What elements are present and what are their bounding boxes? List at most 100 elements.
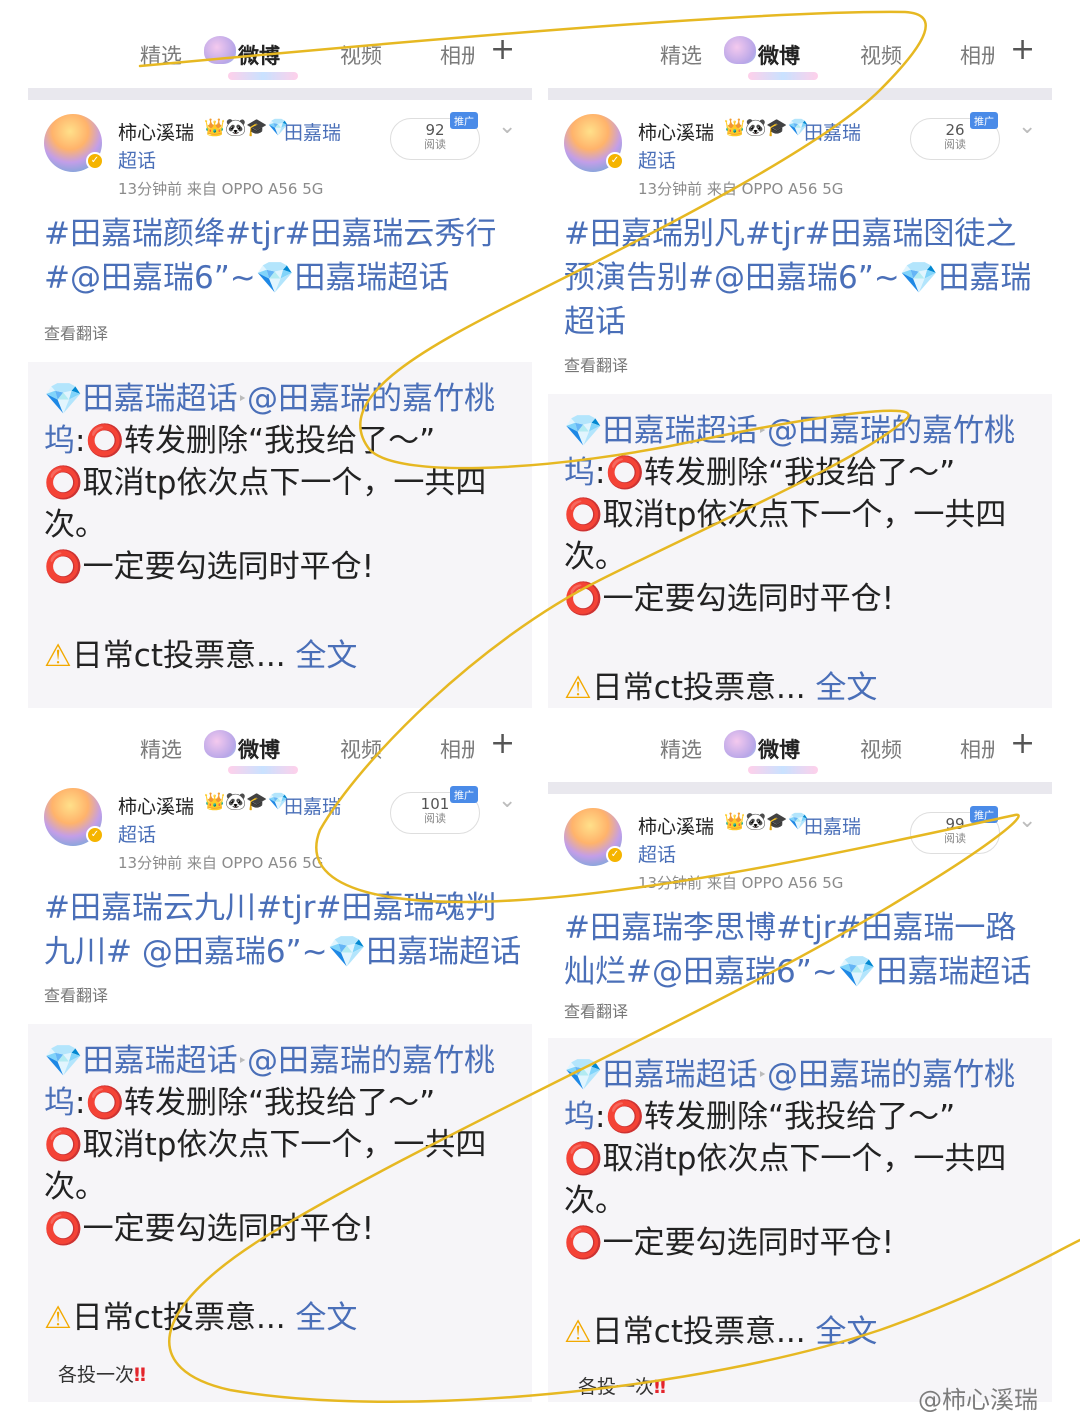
read-label: 阅读 <box>424 812 446 825</box>
promo-badge[interactable]: 推广 <box>450 786 478 803</box>
tab-weibo[interactable]: 微博 <box>238 734 280 764</box>
tab-album[interactable]: 相册 <box>960 40 994 70</box>
arrow-icon: ‣ <box>237 1051 248 1070</box>
username[interactable]: 柿心溪瑞 <box>118 118 194 145</box>
full-text-link[interactable]: 全文 <box>295 1300 357 1336</box>
supertopic-link-suffix[interactable]: 超话 <box>118 146 156 173</box>
supertopic-link-suffix[interactable]: 超话 <box>638 146 676 173</box>
repost-topic[interactable]: 💎田嘉瑞超话 <box>44 1043 238 1079</box>
translate-link[interactable]: 查看翻译 <box>44 320 108 344</box>
weibo-shell-icon <box>204 36 236 64</box>
post-time-source: 13分钟前 来自 OPPO A56 5G <box>118 180 324 198</box>
tab-video[interactable]: 视频 <box>860 734 902 764</box>
top-tab-bar: 精选 微博 视频 相册 + <box>548 18 1052 88</box>
tab-video[interactable]: 视频 <box>340 734 382 764</box>
read-label: 阅读 <box>944 138 966 151</box>
repost-block[interactable]: 💎田嘉瑞超话‣@田嘉瑞的嘉竹桃坞:⭕转发删除“我投给了～” ⭕取消tp依次点下一… <box>28 362 532 708</box>
top-tab-bar: 精选 微博 视频 相册 + <box>548 712 1052 782</box>
promo-badge[interactable]: 推广 <box>450 112 478 129</box>
watermark: @柿心溪瑞 <box>918 1386 1038 1414</box>
post-title[interactable]: #田嘉瑞别凡#tjr#田嘉瑞囹徒之预演告别#@田嘉瑞6”~💎田嘉瑞超话 <box>564 212 1042 344</box>
weibo-shell-icon <box>724 730 756 758</box>
full-text-link[interactable]: 全文 <box>295 638 357 674</box>
chevron-down-icon[interactable]: ⌄ <box>1018 114 1036 139</box>
chevron-down-icon[interactable]: ⌄ <box>498 788 516 813</box>
repost-block[interactable]: 💎田嘉瑞超话‣@田嘉瑞的嘉竹桃坞:⭕转发删除“我投给了～” ⭕取消tp依次点下一… <box>548 1038 1052 1402</box>
post-card[interactable]: ✓ 柿心溪瑞 👑🐼🎓💎 田嘉瑞 超话 13分钟前 来自 OPPO A56 5G … <box>548 794 1052 1038</box>
tab-featured[interactable]: 精选 <box>660 734 702 764</box>
translate-link[interactable]: 查看翻译 <box>564 352 628 376</box>
add-tab-button[interactable]: + <box>1010 32 1035 67</box>
tab-weibo[interactable]: 微博 <box>758 734 800 764</box>
repost-line-3: ⭕一定要勾选同时平仓! <box>44 549 375 585</box>
tab-video[interactable]: 视频 <box>340 40 382 70</box>
sparkle-decoration-icon <box>748 766 818 774</box>
tab-weibo[interactable]: 微博 <box>758 40 800 70</box>
tab-video[interactable]: 视频 <box>860 40 902 70</box>
post-title[interactable]: #田嘉瑞云九川#tjr#田嘉瑞魂判九川# @田嘉瑞6”~💎田嘉瑞超话 <box>44 886 522 974</box>
tab-featured[interactable]: 精选 <box>140 40 182 70</box>
weibo-shell-icon <box>724 36 756 64</box>
full-text-link[interactable]: 全文 <box>815 1314 877 1350</box>
supertopic-link[interactable]: 田嘉瑞 <box>284 118 341 145</box>
repost-topic[interactable]: 💎田嘉瑞超话 <box>44 381 238 417</box>
tab-featured[interactable]: 精选 <box>140 734 182 764</box>
full-text-link[interactable]: 全文 <box>815 670 877 706</box>
add-tab-button[interactable]: + <box>1010 726 1035 761</box>
supertopic-link[interactable]: 田嘉瑞 <box>284 792 341 819</box>
user-badges-icon: 👑🐼🎓💎 <box>724 812 809 832</box>
chevron-down-icon[interactable]: ⌄ <box>1018 808 1036 833</box>
summary-text: 日常ct投票意... <box>591 670 806 706</box>
repost-summary: ⚠日常ct投票意... 全文 <box>564 662 877 707</box>
read-label: 阅读 <box>944 832 966 845</box>
post-title[interactable]: #田嘉瑞李思博#tjr#田嘉瑞一路灿烂#@田嘉瑞6”~💎田嘉瑞超话 <box>564 906 1042 994</box>
translate-link[interactable]: 查看翻译 <box>44 982 108 1006</box>
user-badges-icon: 👑🐼🎓💎 <box>204 792 289 812</box>
repost-topic[interactable]: 💎田嘉瑞超话 <box>564 413 758 449</box>
screenshot-panel-4: 精选 微博 视频 相册 + ✓ 柿心溪瑞 👑🐼🎓💎 田嘉瑞 超话 13分钟前 来… <box>548 712 1052 1402</box>
warning-icon: ⚠ <box>564 1314 592 1350</box>
tab-album[interactable]: 相册 <box>440 734 474 764</box>
divider <box>28 88 532 100</box>
username[interactable]: 柿心溪瑞 <box>118 792 194 819</box>
chevron-down-icon[interactable]: ⌄ <box>498 114 516 139</box>
repost-topic[interactable]: 💎田嘉瑞超话 <box>564 1057 758 1093</box>
repost-line-1: :⭕转发删除“我投给了～” <box>595 455 956 491</box>
tab-album[interactable]: 相册 <box>440 40 474 70</box>
repost-line-2: ⭕取消tp依次点下一个，一共四次。 <box>44 1127 487 1205</box>
repost-block[interactable]: 💎田嘉瑞超话‣@田嘉瑞的嘉竹桃坞:⭕转发删除“我投给了～” ⭕取消tp依次点下一… <box>548 394 1052 708</box>
supertopic-link-suffix[interactable]: 超话 <box>638 840 676 867</box>
sparkle-decoration-icon <box>228 72 298 80</box>
post-time-source: 13分钟前 来自 OPPO A56 5G <box>118 854 324 872</box>
post-title[interactable]: #田嘉瑞颜绛#tjr#田嘉瑞云秀行#@田嘉瑞6”~💎田嘉瑞超话 <box>44 212 522 300</box>
repost-block[interactable]: 💎田嘉瑞超话‣@田嘉瑞的嘉竹桃坞:⭕转发删除“我投给了～” ⭕取消tp依次点下一… <box>28 1024 532 1402</box>
top-tab-bar: 精选 微博 视频 相册 + <box>28 712 532 782</box>
add-tab-button[interactable]: + <box>490 726 515 761</box>
arrow-icon: ‣ <box>237 389 248 408</box>
repost-text: 💎田嘉瑞超话‣@田嘉瑞的嘉竹桃坞:⭕转发删除“我投给了～” ⭕取消tp依次点下一… <box>564 1054 1042 1264</box>
username[interactable]: 柿心溪瑞 <box>638 118 714 145</box>
supertopic-link[interactable]: 田嘉瑞 <box>804 812 861 839</box>
promo-badge[interactable]: 推广 <box>970 806 998 823</box>
read-label: 阅读 <box>424 138 446 151</box>
supertopic-link[interactable]: 田嘉瑞 <box>804 118 861 145</box>
warning-icon: ⚠ <box>44 1300 72 1336</box>
tab-album[interactable]: 相册 <box>960 734 994 764</box>
verified-badge-icon: ✓ <box>86 152 104 170</box>
weibo-shell-icon <box>204 730 236 758</box>
post-card[interactable]: ✓ 柿心溪瑞 👑🐼🎓💎 田嘉瑞 超话 13分钟前 来自 OPPO A56 5G … <box>28 774 532 1024</box>
post-card[interactable]: ✓ 柿心溪瑞 👑🐼🎓💎 田嘉瑞 超话 13分钟前 来自 OPPO A56 5G … <box>548 100 1052 394</box>
add-tab-button[interactable]: + <box>490 32 515 67</box>
promo-badge[interactable]: 推广 <box>970 112 998 129</box>
tab-featured[interactable]: 精选 <box>660 40 702 70</box>
username[interactable]: 柿心溪瑞 <box>638 812 714 839</box>
tab-weibo[interactable]: 微博 <box>238 40 280 70</box>
post-card[interactable]: ✓ 柿心溪瑞 👑🐼🎓💎 田嘉瑞 超话 13分钟前 来自 OPPO A56 5G … <box>28 100 532 362</box>
translate-link[interactable]: 查看翻译 <box>564 998 628 1022</box>
verified-badge-icon: ✓ <box>606 846 624 864</box>
summary-text: 日常ct投票意... <box>71 638 286 674</box>
screenshot-panel-2: 精选 微博 视频 相册 + ✓ 柿心溪瑞 👑🐼🎓💎 田嘉瑞 超话 13分钟前 来… <box>548 18 1052 708</box>
post-time-source: 13分钟前 来自 OPPO A56 5G <box>638 180 844 198</box>
repost-summary: ⚠日常ct投票意... 全文 <box>44 1292 357 1337</box>
supertopic-link-suffix[interactable]: 超话 <box>118 820 156 847</box>
